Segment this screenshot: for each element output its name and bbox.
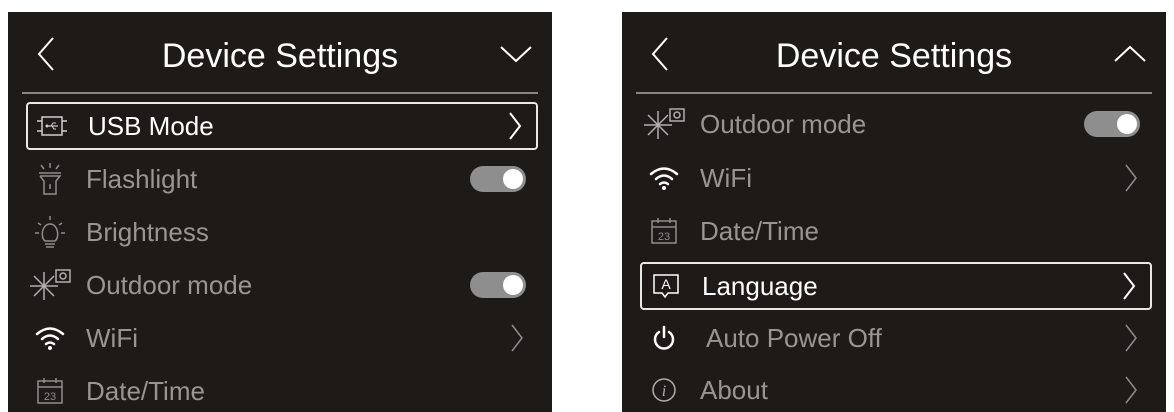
menu-item-label: Date/Time: [700, 215, 819, 246]
menu-item-label: USB Mode: [88, 110, 214, 141]
language-icon-letter: A: [661, 276, 671, 292]
calendar-day-number: 23: [658, 231, 670, 243]
calendar-day-number: 23: [44, 391, 56, 403]
menu-item-brightness[interactable]: Brightness: [26, 208, 538, 256]
menu-item-label: Auto Power Off: [706, 322, 882, 353]
menu-item-label: Outdoor mode: [700, 108, 867, 139]
menu-item-outdoor-mode[interactable]: Outdoor mode: [26, 261, 538, 309]
menu-item-flashlight[interactable]: Flashlight: [26, 155, 538, 203]
menu-item-label: Brightness: [86, 216, 209, 247]
header: Device Settings: [622, 12, 1166, 94]
info-icon: i: [642, 366, 686, 412]
page-title: Device Settings: [161, 37, 399, 75]
wifi-icon: [28, 314, 72, 362]
power-icon: [642, 314, 686, 362]
menu-item-wifi[interactable]: WiFi: [640, 154, 1152, 202]
menu-item-label: Language: [702, 270, 818, 301]
brightness-icon: [28, 208, 72, 256]
device-settings-screen-left: Device Settings USB Mode Flashlight Brig…: [8, 12, 552, 412]
header-divider: [22, 92, 538, 94]
outdoor-mode-toggle[interactable]: [470, 272, 526, 298]
menu-item-usb-mode[interactable]: USB Mode: [26, 102, 538, 150]
menu-item-auto-power-off[interactable]: Auto Power Off: [640, 314, 1152, 362]
page-title: Device Settings: [775, 37, 1013, 75]
chevron-right-icon: [1120, 375, 1142, 405]
outdoor-mode-icon: [642, 100, 686, 148]
menu-item-outdoor-mode[interactable]: Outdoor mode: [640, 100, 1152, 148]
calendar-icon: 23: [28, 367, 72, 412]
menu-item-date-time[interactable]: 23 Date/Time: [26, 367, 538, 412]
chevron-right-icon: [1118, 271, 1140, 301]
language-icon: A: [644, 262, 688, 310]
menu-item-label: Date/Time: [86, 375, 205, 406]
chevron-up-icon: [1114, 45, 1146, 62]
scroll-down-button[interactable]: [496, 34, 536, 74]
menu-item-date-time[interactable]: 23 Date/Time: [640, 207, 1152, 255]
flashlight-icon: [28, 155, 72, 203]
chevron-right-icon: [506, 323, 528, 353]
outdoor-mode-toggle[interactable]: [1084, 111, 1140, 137]
outdoor-mode-icon: [28, 261, 72, 309]
chevron-right-icon: [504, 111, 526, 141]
header: Device Settings: [8, 12, 552, 94]
menu-item-label: WiFi: [86, 322, 138, 353]
header-divider: [636, 92, 1152, 94]
menu-item-wifi[interactable]: WiFi: [26, 314, 538, 362]
chevron-down-icon: [500, 46, 532, 63]
calendar-icon: 23: [642, 207, 686, 255]
menu-item-language[interactable]: A Language: [640, 262, 1152, 310]
chevron-right-icon: [1120, 163, 1142, 193]
device-settings-screen-right: Device Settings Outdoor mode WiFi 23 Dat…: [622, 12, 1166, 412]
usb-mode-icon: [30, 102, 74, 150]
chevron-right-icon: [1120, 323, 1142, 353]
wifi-icon: [642, 154, 686, 202]
toggle-knob: [503, 275, 523, 295]
menu-item-about[interactable]: i About: [640, 366, 1152, 412]
scroll-up-button[interactable]: [1110, 34, 1150, 74]
toggle-knob: [1117, 114, 1137, 134]
menu-item-label: WiFi: [700, 162, 752, 193]
menu-item-label: Outdoor mode: [86, 269, 253, 300]
menu-item-label: Flashlight: [86, 163, 198, 194]
flashlight-toggle[interactable]: [470, 166, 526, 192]
menu-item-label: About: [700, 374, 768, 405]
info-icon-letter: i: [662, 383, 666, 400]
toggle-knob: [503, 169, 523, 189]
